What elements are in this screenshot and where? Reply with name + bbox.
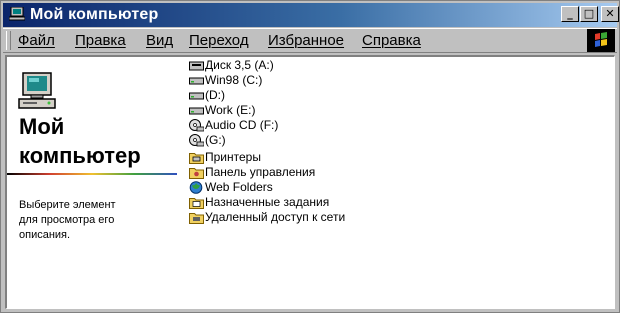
close-button[interactable]: ✕ <box>601 6 619 22</box>
my-computer-icon <box>18 72 56 109</box>
cd-drive-icon <box>189 119 204 132</box>
floppy-drive-icon <box>189 61 204 71</box>
page-title: Мой компьютер <box>19 112 189 170</box>
description-line: Выберите элемент <box>19 199 116 211</box>
item-label: (D:) <box>205 88 225 102</box>
menu-view[interactable]: Вид <box>146 32 173 49</box>
color-divider <box>7 173 177 175</box>
description-line: описания. <box>19 229 71 241</box>
item-label: Win98 (C:) <box>205 73 263 87</box>
item-label: Work (E:) <box>205 103 256 117</box>
hard-drive-icon <box>189 77 204 85</box>
item-label: Web Folders <box>205 180 273 194</box>
description-text: Выберите элемент для просмотра его описа… <box>19 198 169 243</box>
maximize-button[interactable]: □ <box>580 6 598 22</box>
printers-folder-icon <box>189 153 204 164</box>
menu-favorites[interactable]: Избранное <box>268 32 344 49</box>
control-panel-icon <box>189 168 204 179</box>
minimize-button[interactable]: _ <box>561 6 579 22</box>
item-label: Назначенные задания <box>205 195 330 209</box>
page-title-line: Мой <box>19 114 65 139</box>
menu-file[interactable]: Файл <box>18 32 55 49</box>
explorer-window: Мой компьютер _ □ ✕ Файл Правка Вид Пере… <box>0 0 620 313</box>
hard-drive-icon <box>189 107 204 115</box>
menu-help[interactable]: Справка <box>362 32 421 49</box>
item-label: Принтеры <box>205 150 261 164</box>
window-title: Мой компьютер <box>30 6 159 23</box>
dial-up-networking-icon <box>189 213 204 224</box>
menu-edit[interactable]: Правка <box>75 32 126 49</box>
item-label: (G:) <box>205 133 226 147</box>
menu-grip[interactable] <box>6 31 11 50</box>
hard-drive-icon <box>189 92 204 100</box>
item-label: Панель управления <box>205 165 316 179</box>
my-computer-icon <box>9 7 25 21</box>
web-folders-icon <box>189 181 203 194</box>
item-label: Audio CD (F:) <box>205 118 279 132</box>
menu-bar: Файл Правка Вид Переход Избранное Справк… <box>3 28 617 53</box>
cd-drive-icon <box>189 134 204 147</box>
windows-logo-icon <box>587 29 615 52</box>
description-line: для просмотра его <box>19 214 115 226</box>
menu-go[interactable]: Переход <box>189 32 249 49</box>
content-area: Мой компьютер Выберите элемент для просм… <box>5 55 615 309</box>
item-label: Диск 3,5 (A:) <box>205 58 274 72</box>
page-title-line: компьютер <box>19 143 141 168</box>
scheduled-tasks-icon <box>189 198 204 209</box>
item-label: Удаленный доступ к сети <box>205 210 346 224</box>
title-bar[interactable]: Мой компьютер _ □ ✕ <box>3 3 619 27</box>
